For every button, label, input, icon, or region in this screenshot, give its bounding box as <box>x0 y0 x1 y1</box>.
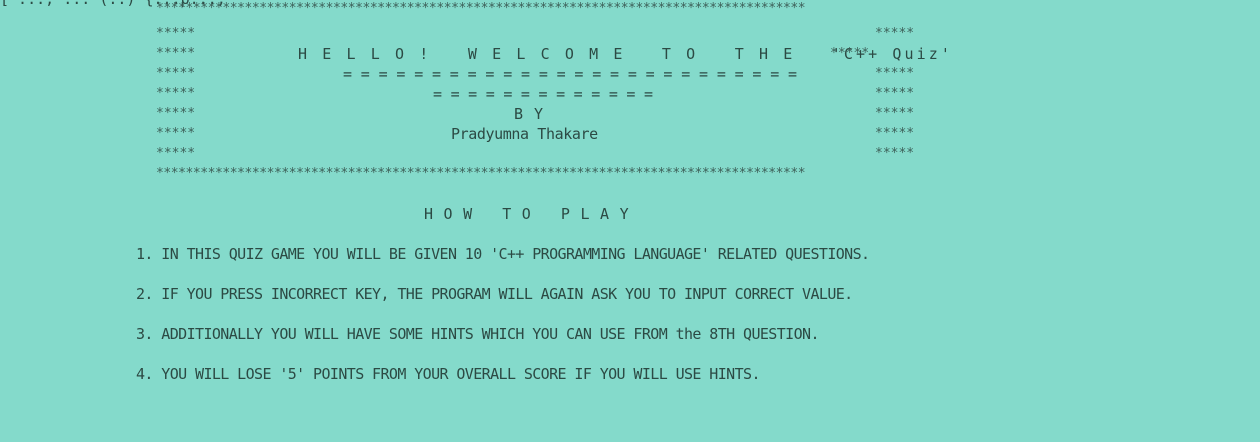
banner-right-stars: ***** <box>875 66 915 81</box>
banner-bottom-border: ****************************************… <box>156 166 806 181</box>
title-underline-short: = = = = = = = = = = = = = <box>433 85 653 103</box>
instruction-item: 1. IN THIS QUIZ GAME YOU WILL BE GIVEN 1… <box>136 245 870 263</box>
banner-top-border: ****************************************… <box>156 1 806 16</box>
console-output: [ ...; ... (..) {...p...; **************… <box>0 0 1260 442</box>
banner-left-stars: ***** <box>156 146 196 161</box>
by-label: B Y <box>514 105 545 123</box>
title-underline: = = = = = = = = = = = = = = = = = = = = … <box>343 65 797 83</box>
banner-left-stars: ***** <box>156 46 196 61</box>
banner-right-stars: ***** <box>875 126 915 141</box>
banner-right-stars: ***** <box>875 26 915 41</box>
banner-left-stars: ***** <box>156 126 196 141</box>
instruction-item: 2. IF YOU PRESS INCORRECT KEY, THE PROGR… <box>136 285 853 303</box>
author-name: Pradyumna Thakare <box>451 125 598 143</box>
banner-left-stars: ***** <box>156 86 196 101</box>
banner-left-stars: ***** <box>156 106 196 121</box>
instruction-item: 4. YOU WILL LOSE '5' POINTS FROM YOUR OV… <box>136 365 760 383</box>
banner-right-stars: ***** <box>875 106 915 121</box>
instruction-item: 3. ADDITIONALLY YOU WILL HAVE SOME HINTS… <box>136 325 820 343</box>
banner-left-stars: ***** <box>156 66 196 81</box>
banner-title-right-stars: ***** <box>830 46 870 61</box>
banner-left-stars: ***** <box>156 26 196 41</box>
banner-right-stars: ***** <box>875 86 915 101</box>
how-to-play-heading: H O W T O P L A Y <box>424 205 630 223</box>
banner-right-stars: ***** <box>875 146 915 161</box>
